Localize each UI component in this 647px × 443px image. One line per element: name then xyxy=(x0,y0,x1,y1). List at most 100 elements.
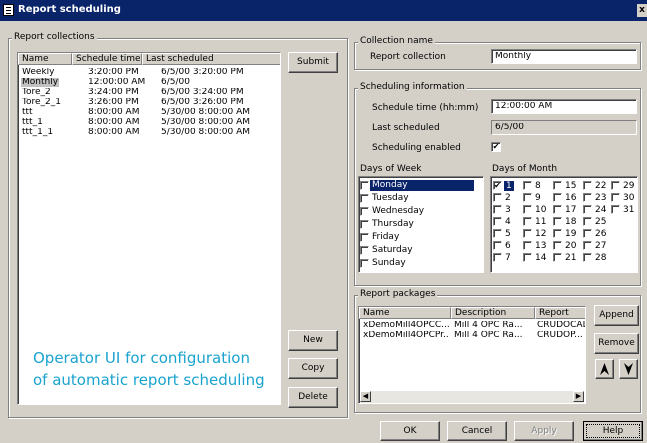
help-button[interactable]: Help xyxy=(583,421,643,441)
month-day-23-checkbox[interactable] xyxy=(583,193,592,202)
scroll-right-icon[interactable]: ▶ xyxy=(573,391,584,402)
cancel-button[interactable]: Cancel xyxy=(447,421,507,441)
row-time: 8:00:00 AM xyxy=(88,108,140,117)
days-of-month-grid: ✔ 1 2 3 4 5 6 7 8 9 10 11 12 13 14 15 16… xyxy=(490,176,638,273)
month-day-6-label: 6 xyxy=(505,241,511,251)
apply-button[interactable]: Apply xyxy=(514,421,574,441)
month-day-3-checkbox[interactable] xyxy=(493,205,502,214)
title-bar: Report scheduling x xyxy=(0,0,647,21)
month-day-25-checkbox[interactable] xyxy=(583,217,592,226)
day-thursday[interactable]: Thursday xyxy=(359,219,477,231)
move-up-button[interactable] xyxy=(595,359,614,379)
month-day-31-checkbox[interactable] xyxy=(611,205,620,214)
month-day-22-checkbox[interactable] xyxy=(583,181,592,190)
schedule-time-input[interactable]: 12:00:00 AM xyxy=(491,99,637,114)
month-day-13-label: 13 xyxy=(535,241,547,251)
row-time: 12:00:00 AM xyxy=(88,78,146,87)
month-day-31-label: 31 xyxy=(623,205,635,215)
new-button[interactable]: New xyxy=(288,330,338,351)
month-day-2-checkbox[interactable] xyxy=(493,193,502,202)
month-day-21-checkbox[interactable] xyxy=(553,253,562,262)
month-day-17-checkbox[interactable] xyxy=(553,205,562,214)
packages-horizontal-scrollbar[interactable]: ◀ ▶ xyxy=(360,391,584,403)
month-day-8-checkbox[interactable] xyxy=(523,181,532,190)
month-day-27-checkbox[interactable] xyxy=(583,241,592,250)
last-scheduled-value: 6/5/00 xyxy=(495,123,524,132)
day-tuesday[interactable]: Tuesday xyxy=(359,193,477,205)
remove-button[interactable]: Remove xyxy=(594,333,639,354)
day-friday[interactable]: Friday xyxy=(359,232,477,244)
pkg-row-name: xDemoMill4OPCPr... xyxy=(363,331,449,340)
day-wednesday-checkbox[interactable] xyxy=(360,207,369,216)
month-day-30-checkbox[interactable] xyxy=(611,193,620,202)
month-day-10-checkbox[interactable] xyxy=(523,205,532,214)
packages-list[interactable]: Name Description Report xDemoMill4OPCC..… xyxy=(358,306,586,404)
day-sunday-checkbox[interactable] xyxy=(360,259,369,268)
scheduling-enabled-checkbox[interactable]: ✔ xyxy=(491,142,501,152)
day-monday[interactable]: Monday xyxy=(359,180,477,192)
submit-button[interactable]: Submit xyxy=(288,52,338,73)
month-day-15-checkbox[interactable] xyxy=(553,181,562,190)
row-name: Monthly xyxy=(21,78,60,87)
month-day-29-checkbox[interactable] xyxy=(611,181,620,190)
day-tuesday-label: Tuesday xyxy=(372,193,409,203)
month-day-5-checkbox[interactable] xyxy=(493,229,502,238)
day-sunday[interactable]: Sunday xyxy=(359,258,477,270)
month-day-23-label: 23 xyxy=(595,193,607,203)
month-day-7-checkbox[interactable] xyxy=(493,253,502,262)
row-last: 5/30/00 8:00:00 AM xyxy=(161,108,251,117)
ok-button[interactable]: OK xyxy=(380,421,440,441)
scheduling-enabled-label: Scheduling enabled xyxy=(372,143,461,153)
month-day-24-checkbox[interactable] xyxy=(583,205,592,214)
col-header-last-scheduled[interactable]: Last scheduled xyxy=(142,53,280,65)
collections-list[interactable]: Name Schedule time Last scheduled Weekly… xyxy=(17,52,281,405)
month-day-26-checkbox[interactable] xyxy=(583,229,592,238)
arrow-up-icon xyxy=(600,363,609,375)
month-day-20-checkbox[interactable] xyxy=(553,241,562,250)
collection-name-legend: Collection name xyxy=(358,36,435,46)
pkg-header-report[interactable]: Report xyxy=(535,307,585,319)
days-of-week-list[interactable]: Monday Tuesday Wednesday Thursday Friday… xyxy=(358,176,484,273)
day-saturday-checkbox[interactable] xyxy=(360,246,369,255)
month-day-4-checkbox[interactable] xyxy=(493,217,502,226)
copy-button[interactable]: Copy xyxy=(288,358,338,379)
day-monday-checkbox[interactable] xyxy=(360,181,369,190)
day-saturday[interactable]: Saturday xyxy=(359,245,477,257)
col-header-name[interactable]: Name xyxy=(18,53,72,65)
scroll-left-icon[interactable]: ◀ xyxy=(360,391,371,402)
pkg-header-name[interactable]: Name xyxy=(359,307,451,319)
delete-button[interactable]: Delete xyxy=(288,387,338,408)
day-tuesday-checkbox[interactable] xyxy=(360,194,369,203)
pkg-header-description[interactable]: Description xyxy=(451,307,535,319)
month-day-8-label: 8 xyxy=(535,181,541,191)
month-day-16-checkbox[interactable] xyxy=(553,193,562,202)
row-time: 3:20:00 PM xyxy=(88,68,139,77)
report-collection-input[interactable]: Monthly xyxy=(491,49,637,64)
month-day-28-checkbox[interactable] xyxy=(583,253,592,262)
month-day-1-checkbox[interactable]: ✔ xyxy=(493,181,502,190)
append-button[interactable]: Append xyxy=(594,305,639,326)
month-day-12-checkbox[interactable] xyxy=(523,229,532,238)
day-friday-label: Friday xyxy=(372,232,400,242)
month-day-1-label: 1 xyxy=(504,181,514,191)
window-title: Report scheduling xyxy=(18,4,121,15)
day-wednesday[interactable]: Wednesday xyxy=(359,206,477,218)
month-day-17-label: 17 xyxy=(565,205,577,215)
month-day-14-checkbox[interactable] xyxy=(523,253,532,262)
month-day-18-checkbox[interactable] xyxy=(553,217,562,226)
month-day-6-checkbox[interactable] xyxy=(493,241,502,250)
month-day-11-checkbox[interactable] xyxy=(523,217,532,226)
day-friday-checkbox[interactable] xyxy=(360,233,369,242)
close-button[interactable]: x xyxy=(637,4,647,17)
row-name: ttt_1 xyxy=(22,118,43,127)
row-last: 5/30/00 8:00:00 AM xyxy=(161,128,251,137)
pkg-row-desc: Mill 4 OPC Ra... xyxy=(454,331,523,340)
day-thursday-checkbox[interactable] xyxy=(360,220,369,229)
last-scheduled-label: Last scheduled xyxy=(372,123,440,133)
month-day-16-label: 16 xyxy=(565,193,577,203)
month-day-19-checkbox[interactable] xyxy=(553,229,562,238)
month-day-9-checkbox[interactable] xyxy=(523,193,532,202)
move-down-button[interactable] xyxy=(619,359,638,379)
col-header-schedule-time[interactable]: Schedule time xyxy=(72,53,142,65)
month-day-13-checkbox[interactable] xyxy=(523,241,532,250)
